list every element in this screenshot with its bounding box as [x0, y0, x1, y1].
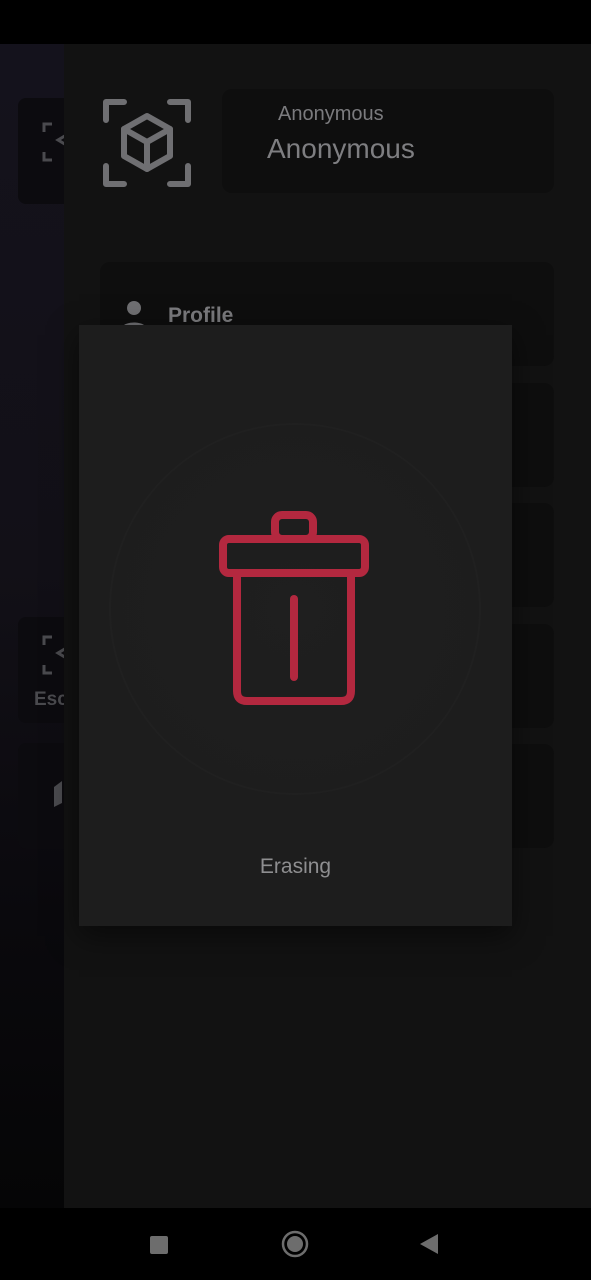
background-card-label: Esc	[34, 689, 68, 710]
recents-square-icon[interactable]	[150, 1236, 168, 1254]
status-bar	[0, 0, 591, 44]
user-display-name: Anonymous	[267, 133, 415, 164]
home-circle-icon[interactable]	[281, 1230, 309, 1258]
user-card[interactable]: Anonymous Anonymous	[222, 89, 554, 193]
screen: Esc Anonymous Anonymous Profile Erasing	[0, 0, 591, 1280]
trash-icon	[219, 511, 369, 705]
erasing-dialog: Erasing	[79, 325, 512, 926]
user-name-label: Anonymous	[278, 103, 384, 125]
erasing-status-text: Erasing	[259, 855, 332, 878]
app-logo-icon	[103, 99, 191, 187]
back-triangle-icon[interactable]	[418, 1233, 440, 1255]
system-navigation-bar	[0, 1208, 591, 1280]
